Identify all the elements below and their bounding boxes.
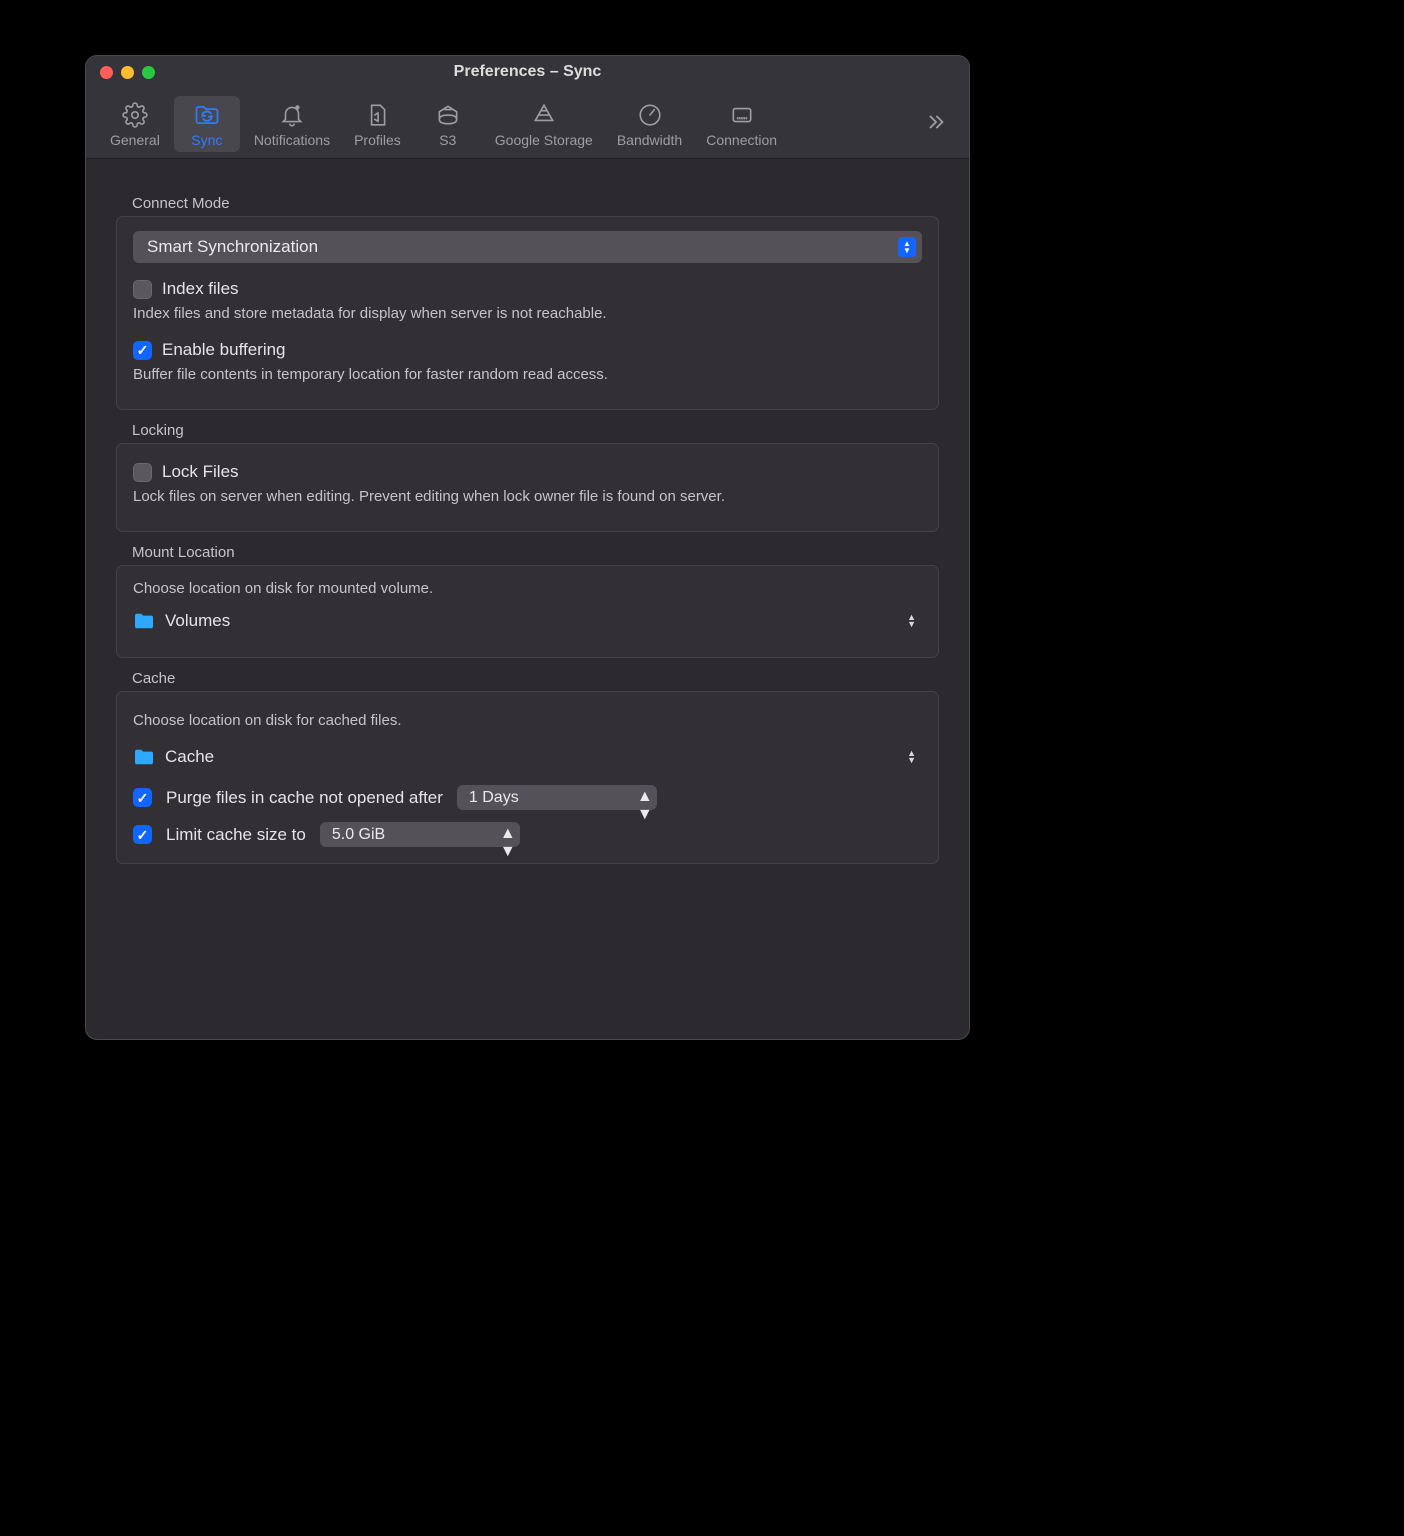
google-storage-icon <box>529 100 559 130</box>
tab-profiles[interactable]: Profiles <box>344 96 411 152</box>
tab-connection[interactable]: Connection <box>696 96 787 152</box>
connect-mode-select[interactable]: Smart Synchronization ▲▼ <box>133 231 922 263</box>
tab-label: Sync <box>191 132 222 148</box>
limit-cache-label: Limit cache size to <box>166 825 306 845</box>
section-cache: Cache <box>132 670 939 687</box>
cache-size-value: 5.0 GiB <box>332 826 385 844</box>
panel-connect-mode: Smart Synchronization ▲▼ Index files Ind… <box>116 216 939 410</box>
limit-cache-checkbox[interactable] <box>133 825 152 844</box>
tab-label: Profiles <box>354 132 401 148</box>
lock-files-checkbox[interactable] <box>133 463 152 482</box>
connect-mode-value: Smart Synchronization <box>147 237 318 257</box>
tab-bandwidth[interactable]: Bandwidth <box>607 96 692 152</box>
tab-label: Connection <box>706 132 777 148</box>
mount-folder-select[interactable]: Volumes ▲▼ <box>133 607 922 635</box>
tab-label: Notifications <box>254 132 330 148</box>
enable-buffering-label: Enable buffering <box>162 340 286 360</box>
toolbar: General Sync Notifications Profiles S3 <box>86 88 969 159</box>
index-files-checkbox[interactable] <box>133 280 152 299</box>
folder-icon <box>133 612 155 630</box>
chevron-updown-icon: ▲▼ <box>898 237 916 257</box>
panel-cache: Choose location on disk for cached files… <box>116 691 939 864</box>
preferences-window: Preferences – Sync General Sync Notifica… <box>85 55 970 1040</box>
tab-label: Bandwidth <box>617 132 682 148</box>
chevron-updown-icon: ▲▼ <box>500 825 517 844</box>
enable-buffering-checkbox[interactable] <box>133 341 152 360</box>
cache-size-select[interactable]: 5.0 GiB ▲▼ <box>320 822 520 847</box>
cache-folder-label: Cache <box>165 747 214 767</box>
tab-notifications[interactable]: Notifications <box>244 96 340 152</box>
purge-after-select[interactable]: 1 Days ▲▼ <box>457 785 657 810</box>
tab-label: General <box>110 132 160 148</box>
tab-general[interactable]: General <box>100 96 170 152</box>
folder-icon <box>133 748 155 766</box>
mount-hint: Choose location on disk for mounted volu… <box>133 580 922 597</box>
purge-cache-checkbox[interactable] <box>133 788 152 807</box>
titlebar: Preferences – Sync <box>86 56 969 88</box>
gauge-icon <box>635 100 665 130</box>
tab-label: Google Storage <box>495 132 593 148</box>
panel-locking: Lock Files Lock files on server when edi… <box>116 443 939 532</box>
purge-cache-label: Purge files in cache not opened after <box>166 788 443 808</box>
lock-files-label: Lock Files <box>162 462 239 482</box>
section-connect-mode: Connect Mode <box>132 195 939 212</box>
mount-folder-label: Volumes <box>165 611 230 631</box>
lock-files-hint: Lock files on server when editing. Preve… <box>133 488 922 505</box>
cache-hint: Choose location on disk for cached files… <box>133 712 922 729</box>
gear-icon <box>120 100 150 130</box>
index-files-label: Index files <box>162 279 239 299</box>
chevron-updown-icon: ▲▼ <box>637 788 654 807</box>
overflow-icon[interactable] <box>917 105 955 144</box>
tab-google-storage[interactable]: Google Storage <box>485 96 603 152</box>
index-files-hint: Index files and store metadata for displ… <box>133 305 922 322</box>
document-icon <box>362 100 392 130</box>
tab-label: S3 <box>439 132 456 148</box>
tab-sync[interactable]: Sync <box>174 96 240 152</box>
content-area: Connect Mode Smart Synchronization ▲▼ In… <box>86 159 969 884</box>
bell-icon <box>277 100 307 130</box>
chevron-updown-icon: ▲▼ <box>907 614 922 628</box>
enable-buffering-hint: Buffer file contents in temporary locati… <box>133 366 922 383</box>
purge-after-value: 1 Days <box>469 789 519 807</box>
window-title: Preferences – Sync <box>86 63 969 81</box>
panel-mount-location: Choose location on disk for mounted volu… <box>116 565 939 658</box>
ethernet-icon <box>727 100 757 130</box>
sync-folder-icon <box>192 100 222 130</box>
cache-folder-select[interactable]: Cache ▲▼ <box>133 743 922 771</box>
section-locking: Locking <box>132 422 939 439</box>
chevron-updown-icon: ▲▼ <box>907 750 922 764</box>
s3-icon <box>433 100 463 130</box>
tab-s3[interactable]: S3 <box>415 96 481 152</box>
section-mount-location: Mount Location <box>132 544 939 561</box>
